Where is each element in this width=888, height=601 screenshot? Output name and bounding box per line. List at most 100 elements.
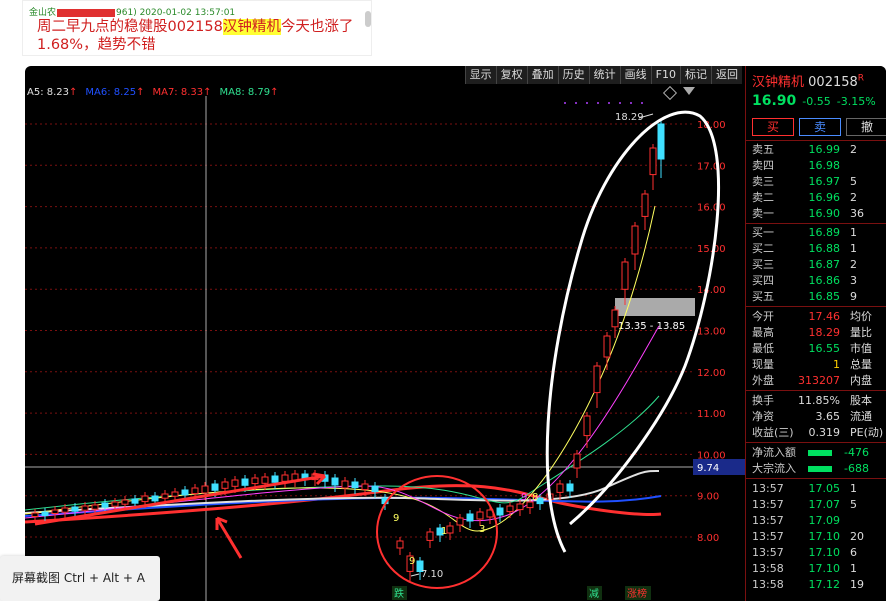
row-value: 17.07 xyxy=(808,498,841,511)
candle-body xyxy=(611,309,619,328)
kline-chart[interactable]: 18.0017.0016.0015.0014.0013.0012.0011.00… xyxy=(25,66,745,601)
row-label: 今开 xyxy=(752,310,774,323)
toolbar-button-8[interactable]: 返回 xyxy=(711,66,742,84)
ma-legend-label: A5: 8.23 xyxy=(27,87,70,98)
candle-body xyxy=(583,415,591,437)
row-label: 13:58 xyxy=(752,578,784,591)
row-extra: 20 xyxy=(850,530,864,543)
y-tick-label: 9.00 xyxy=(697,492,719,503)
row-extra: 市值 xyxy=(850,342,872,355)
toolbar-button-0[interactable]: 显示 xyxy=(464,66,496,84)
candle-body xyxy=(657,123,665,160)
ma-legend-item-0: A5: 8.23↑ xyxy=(27,87,77,98)
toolbar-button-3[interactable]: 历史 xyxy=(557,66,589,84)
signal-digit: 9 xyxy=(393,513,399,524)
y-tick-label: 14.00 xyxy=(697,285,726,296)
stat-row: 外盘 313207 内盘 xyxy=(746,373,886,389)
tick-row: 13:58 17.10 1 xyxy=(746,561,886,577)
candle-body xyxy=(341,480,349,489)
row-value: 16.99 xyxy=(808,143,841,156)
post-text: 周二早九点的稳健股002158汉钟精机今天也涨了1.68%，趋势不错 xyxy=(37,18,367,54)
tick-row: 13:57 17.10 6 xyxy=(746,545,886,561)
ask-row: 卖四 16.98 xyxy=(746,158,886,174)
row-label: 13:57 xyxy=(752,498,784,511)
marker-dot xyxy=(597,102,599,104)
row-value: 17.10 xyxy=(808,530,841,543)
buy-button[interactable]: 买 xyxy=(752,118,794,136)
toolbar-button-2[interactable]: 叠加 xyxy=(526,66,558,84)
row-value: 17.12 xyxy=(808,578,841,591)
row-extra: 2 xyxy=(850,191,857,204)
annotation-arrow-line xyxy=(215,517,243,559)
tick-row: 13:57 17.10 20 xyxy=(746,529,886,545)
row-extra: PE(动) xyxy=(850,426,884,439)
row-extra: 1 xyxy=(850,242,857,255)
toolbar-button-6[interactable]: F10 xyxy=(650,66,680,84)
low-price-label: 7.10 xyxy=(421,569,443,580)
marker-dot xyxy=(564,102,566,104)
row-value: 16.97 xyxy=(808,175,841,188)
bid-row: 买一 16.89 1 xyxy=(746,225,886,241)
row-value: 16.85 xyxy=(808,290,841,303)
marker-dot xyxy=(641,102,643,104)
row-label: 卖一 xyxy=(752,207,774,220)
candle-body xyxy=(426,531,434,541)
post-text-before: 周二早九点的稳健股002158 xyxy=(37,19,223,35)
ma-line-red xyxy=(25,484,662,524)
stat-row: 换手 11.85% 股本 xyxy=(746,393,886,409)
row-extra: 1 xyxy=(850,226,857,239)
marker-dot xyxy=(608,102,610,104)
stock-code: 002158 xyxy=(808,75,858,90)
cancel-order-button[interactable]: 撤 xyxy=(846,118,886,136)
candle-body xyxy=(371,485,379,493)
row-label: 换手 xyxy=(752,394,774,407)
stock-change: -0.55 xyxy=(802,95,831,108)
toolbar-button-5[interactable]: 画线 xyxy=(619,66,651,84)
stat-row: 收益(三) 0.319 PE(动) xyxy=(746,425,886,441)
signal-digit: 1 xyxy=(441,526,447,537)
ask-row: 卖一 16.90 36 xyxy=(746,206,886,222)
bottom-mark-label: 减 xyxy=(589,588,599,600)
candle-body xyxy=(201,485,209,494)
dropdown-triangle-icon[interactable] xyxy=(683,87,695,95)
candle-body xyxy=(81,505,89,511)
stat-row: 今开 17.46 均价 xyxy=(746,309,886,325)
flow-value: -476 xyxy=(844,446,869,459)
stock-flag: R xyxy=(857,73,865,84)
signal-digit: 9 xyxy=(409,556,415,567)
row-value: 16.87 xyxy=(808,258,841,271)
stock-chart-window: 18.00 17.00 16.00 15.00 14.00 13.00 12.00 11.00… xyxy=(25,66,886,601)
candle-body xyxy=(221,481,229,489)
chart-toolbar: 显示 复权 叠加 历史 统计 画线 F10 标记 返回 xyxy=(464,66,742,84)
toolbar-button-1[interactable]: 复权 xyxy=(495,66,527,84)
row-value: 17.46 xyxy=(808,310,841,323)
toolbar-button-7[interactable]: 标记 xyxy=(680,66,711,84)
y-tick-label: 11.00 xyxy=(697,409,726,420)
ma-line-white xyxy=(25,469,660,514)
row-value: 313207 xyxy=(798,374,840,387)
post-author[interactable]: 金山农 xyxy=(29,8,56,18)
post-scrollbar[interactable] xyxy=(365,11,371,27)
tick-row: 13:57 17.09 xyxy=(746,513,886,529)
row-extra: 5 xyxy=(850,498,857,511)
candle-body xyxy=(231,479,239,487)
tick-row: 13:57 17.07 5 xyxy=(746,497,886,513)
ma-legend: A5: 8.23↑ MA6: 8.25↑ MA7: 8.33↑ MA8: 8.79↑ xyxy=(27,87,287,98)
candle-body xyxy=(649,147,657,176)
bottom-mark-label: 涨榜 xyxy=(627,587,647,600)
row-extra: 36 xyxy=(850,207,864,220)
toolbar-button-4[interactable]: 统计 xyxy=(588,66,620,84)
sell-button[interactable]: 卖 xyxy=(799,118,841,136)
divider xyxy=(746,306,886,307)
row-label: 买五 xyxy=(752,290,774,303)
row-label: 买一 xyxy=(752,226,774,239)
candle-body xyxy=(631,225,639,255)
candle-body xyxy=(496,507,504,516)
y-tick-label: 8.00 xyxy=(697,533,719,544)
candle-body xyxy=(61,507,69,513)
candle-body xyxy=(641,193,649,217)
divider xyxy=(746,223,886,224)
arrow-up-icon: ↑ xyxy=(136,87,145,98)
candle-body xyxy=(111,501,119,507)
row-extra: 流通 xyxy=(850,410,872,423)
